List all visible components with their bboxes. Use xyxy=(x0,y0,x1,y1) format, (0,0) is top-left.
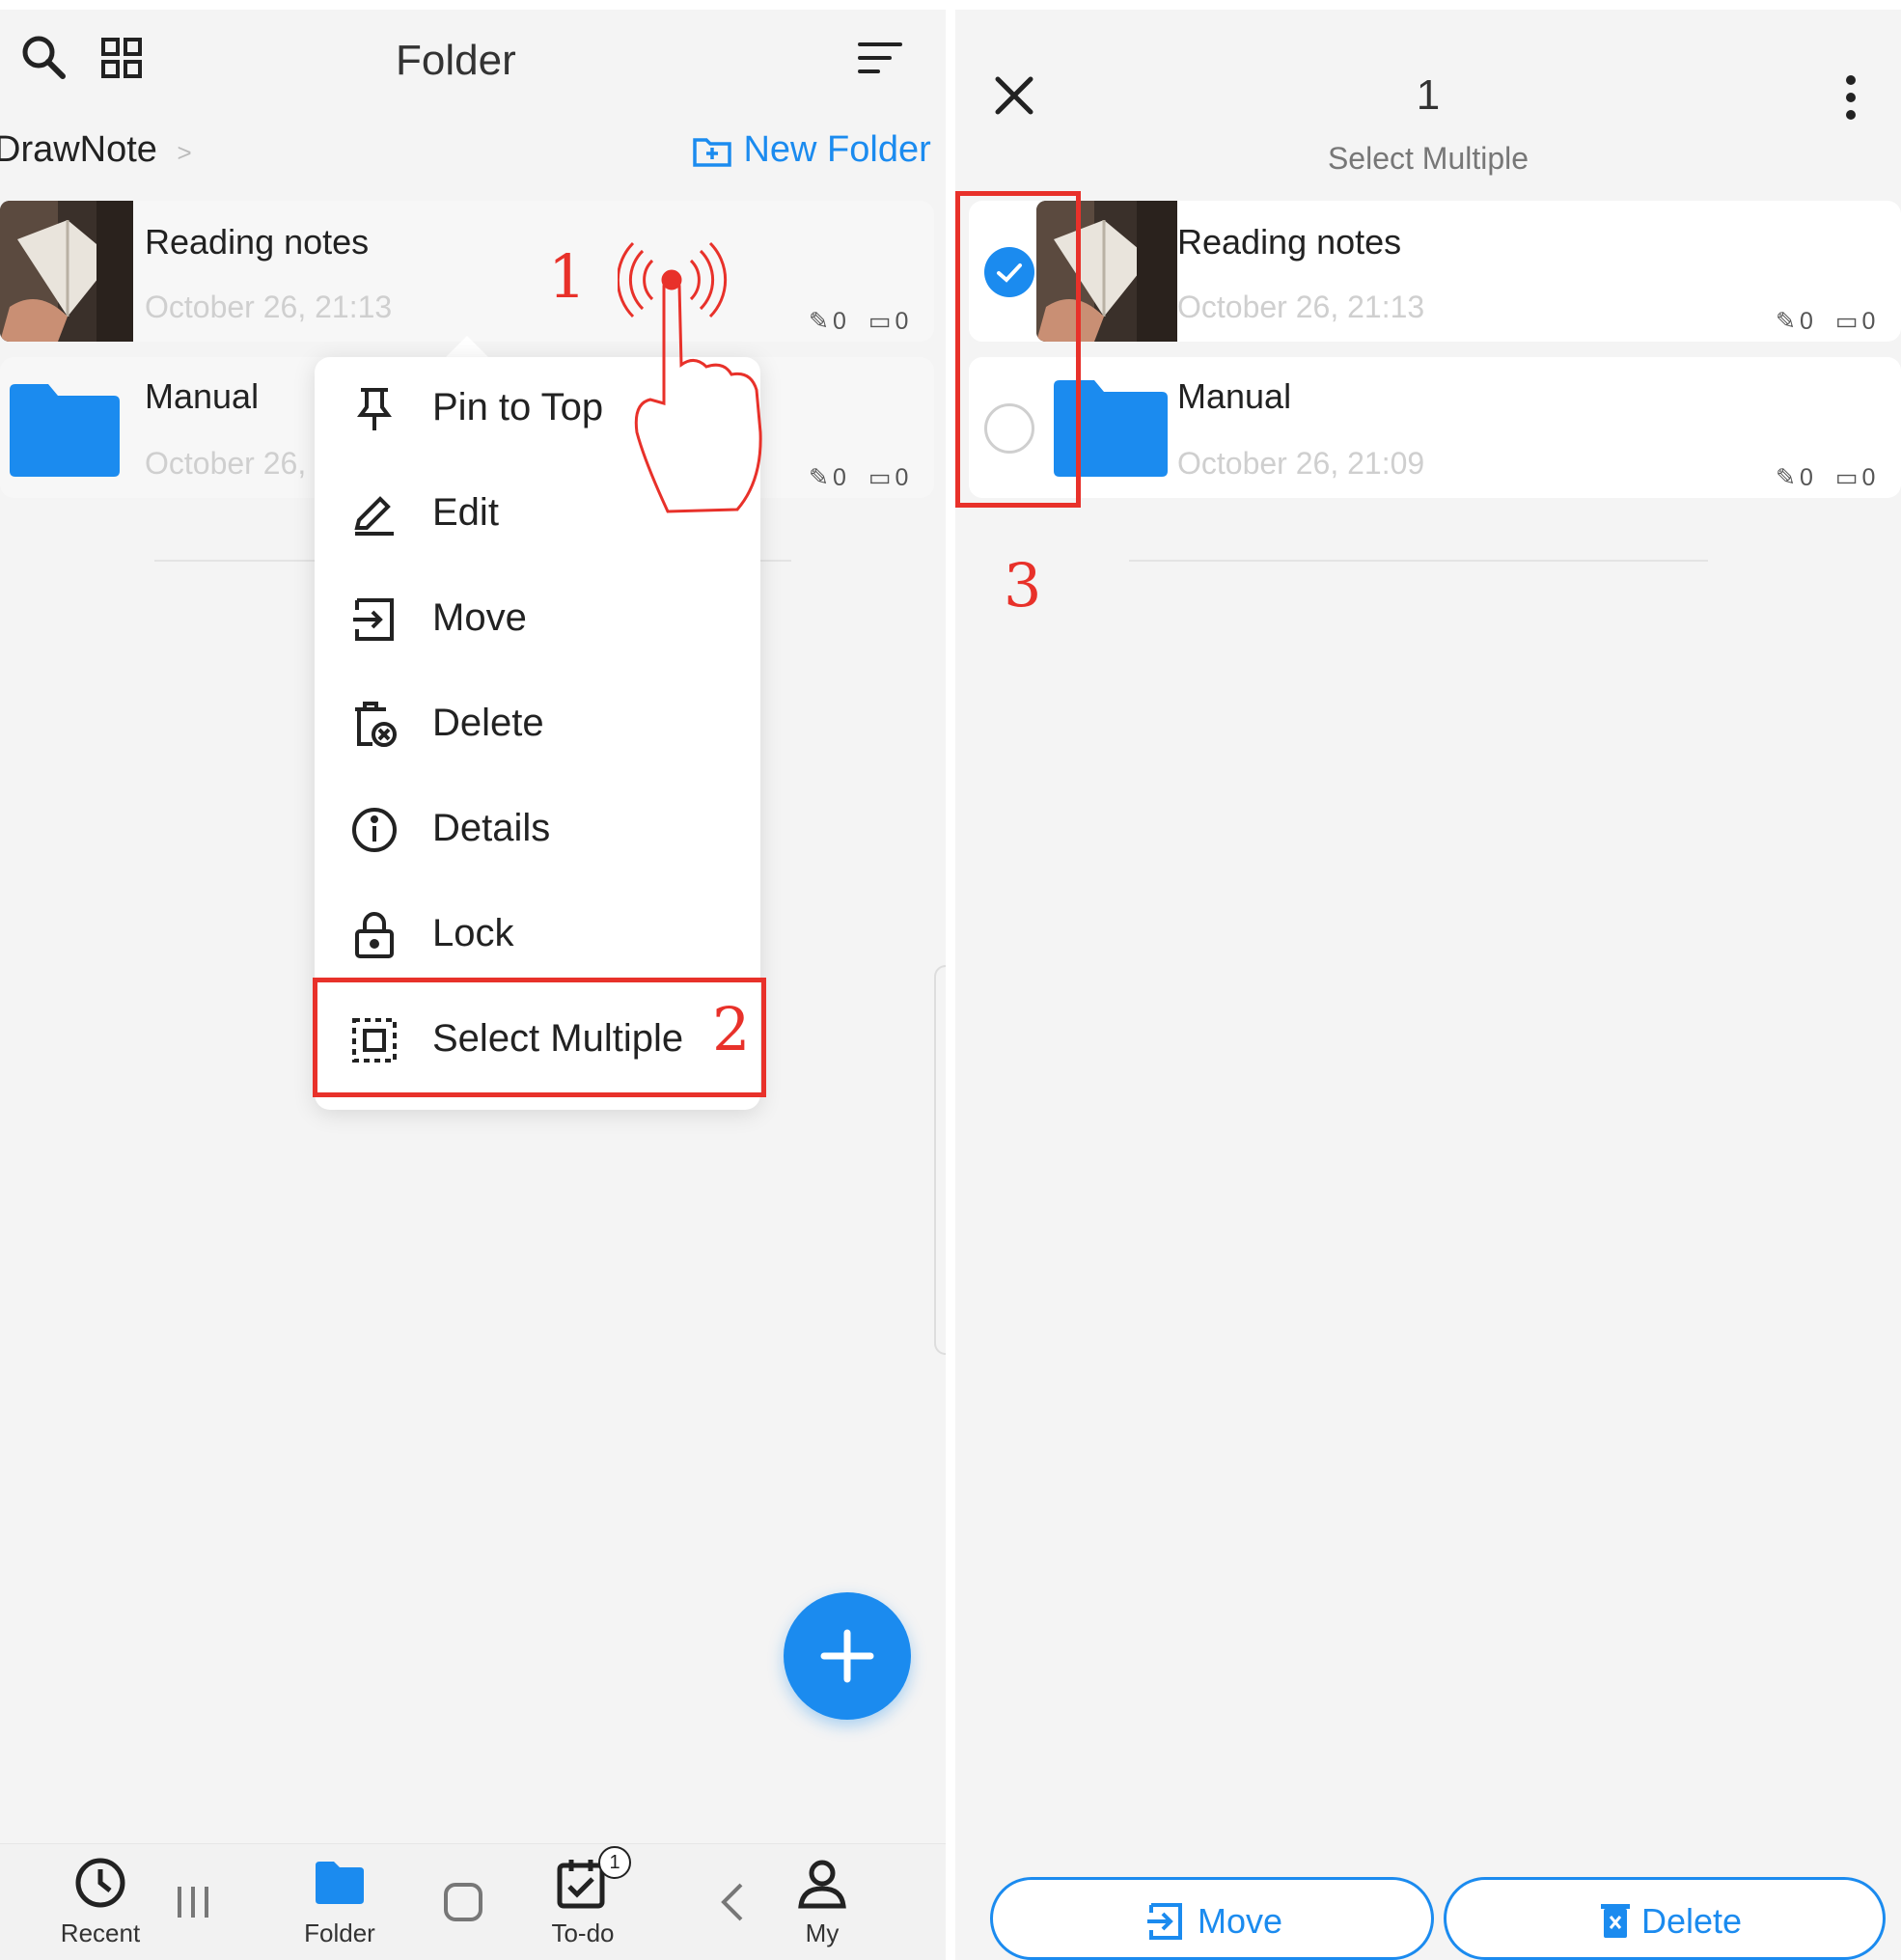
note-count-icon: ✎ xyxy=(809,464,829,491)
new-folder-label: New Folder xyxy=(743,129,931,170)
menu-item-label: Details xyxy=(432,807,551,849)
item-date: October 26, 21:09 xyxy=(1177,446,1425,481)
note-count-icon: ✎ xyxy=(1776,308,1796,335)
item-name: Manual xyxy=(1177,376,1292,416)
item-name: Reading notes xyxy=(145,222,370,262)
menu-item-delete[interactable]: Delete xyxy=(315,675,760,771)
info-icon xyxy=(351,807,398,853)
menu-caret xyxy=(446,336,488,357)
highlight-box-select-multiple xyxy=(313,978,766,1097)
new-folder-icon xyxy=(693,134,731,167)
note-count: 0 xyxy=(1799,464,1813,491)
nav-label: Folder xyxy=(304,1919,375,1947)
item-name: Reading notes xyxy=(1177,222,1402,262)
scroll-handle[interactable] xyxy=(934,965,946,1355)
system-home-icon[interactable] xyxy=(442,1881,484,1923)
system-recents-icon[interactable] xyxy=(174,1883,212,1921)
note-count-icon: ✎ xyxy=(809,308,829,335)
menu-item-label: Move xyxy=(432,596,527,639)
divider xyxy=(1129,560,1708,562)
nav-item-folder[interactable]: Folder xyxy=(282,1856,398,1948)
folder-count-icon: ▭ xyxy=(1834,464,1859,491)
selected-count: 1 xyxy=(1416,71,1441,119)
move-icon xyxy=(1147,1903,1182,1940)
folder-count-icon: ▭ xyxy=(868,308,892,335)
highlight-box-checkboxes xyxy=(955,191,1081,508)
clock-icon xyxy=(75,1858,125,1908)
plus-icon xyxy=(820,1629,874,1683)
more-vert-icon[interactable] xyxy=(1843,73,1859,122)
item-date: October 26, 21:13 xyxy=(145,290,393,324)
menu-item-label: Delete xyxy=(432,702,544,744)
lock-icon xyxy=(351,912,398,958)
move-icon xyxy=(351,596,398,643)
note-count: 0 xyxy=(832,464,846,491)
bottom-nav: Recent Folder 1 To-do My xyxy=(0,1843,946,1960)
nav-item-my[interactable]: My xyxy=(764,1856,880,1948)
move-button[interactable]: Move xyxy=(990,1877,1434,1960)
folder-count-icon: ▭ xyxy=(1834,308,1859,335)
folder-count: 0 xyxy=(895,464,909,491)
menu-item-label: Pin to Top xyxy=(432,386,604,428)
reading-notes-thumbnail xyxy=(0,201,133,342)
breadcrumb-root[interactable]: DrawNote xyxy=(0,129,157,170)
folder-icon xyxy=(316,1862,364,1904)
list-item[interactable]: Manual October 26, 21:09 ✎ 0 ▭ 0 xyxy=(969,357,1901,498)
folder-screen: Folder DrawNote > New Folder Reading not… xyxy=(0,10,946,1960)
nav-label: My xyxy=(805,1919,840,1947)
select-multiple-screen: 1 Select Multiple Reading notes October … xyxy=(955,10,1901,1960)
nav-item-todo[interactable]: 1 To-do xyxy=(525,1846,641,1948)
grid-icon[interactable] xyxy=(100,37,143,79)
note-count: 0 xyxy=(1799,308,1813,335)
item-counts: ✎ 0 ▭ 0 xyxy=(1776,463,1879,492)
menu-item-details[interactable]: Details xyxy=(315,780,760,876)
breadcrumb[interactable]: DrawNote > xyxy=(0,129,192,171)
page-subtitle: Select Multiple xyxy=(1327,141,1529,176)
note-count-icon: ✎ xyxy=(1776,464,1796,491)
move-button-label: Move xyxy=(1198,1901,1283,1941)
folder-count: 0 xyxy=(1861,464,1876,491)
nav-label: Recent xyxy=(60,1919,141,1947)
add-button[interactable] xyxy=(784,1592,911,1720)
folder-count-icon: ▭ xyxy=(868,464,892,491)
item-name: Manual xyxy=(145,376,260,416)
todo-badge: 1 xyxy=(598,1846,631,1879)
folder-count: 0 xyxy=(895,308,909,335)
item-counts: ✎ 0 ▭ 0 xyxy=(1776,307,1879,336)
step-2-label: 2 xyxy=(712,994,751,1064)
nav-item-recent[interactable]: Recent xyxy=(42,1856,158,1948)
menu-item-move[interactable]: Move xyxy=(315,569,760,666)
item-counts: ✎ 0 ▭ 0 xyxy=(809,307,912,336)
tap-hand-icon xyxy=(616,239,772,519)
breadcrumb-separator: > xyxy=(177,138,192,167)
delete-button[interactable]: Delete xyxy=(1444,1877,1886,1960)
item-date: October 26, xyxy=(145,446,307,481)
folder-icon xyxy=(4,382,122,479)
page-title: Folder xyxy=(396,37,516,84)
folder-count: 0 xyxy=(1861,308,1876,335)
pin-icon xyxy=(351,386,398,432)
menu-item-label: Lock xyxy=(432,912,514,954)
delete-button-label: Delete xyxy=(1641,1901,1743,1941)
item-counts: ✎ 0 ▭ 0 xyxy=(809,463,912,492)
new-folder-button[interactable]: New Folder xyxy=(693,129,931,171)
list-item[interactable]: Reading notes October 26, 21:13 ✎ 0 ▭ 0 xyxy=(0,201,934,342)
search-icon[interactable] xyxy=(19,33,68,81)
delete-icon xyxy=(351,702,398,748)
nav-label: To-do xyxy=(551,1919,615,1947)
edit-icon xyxy=(351,491,398,538)
list-item[interactable]: Reading notes October 26, 21:13 ✎ 0 ▭ 0 xyxy=(969,201,1901,342)
step-1-label: 1 xyxy=(548,241,587,312)
person-icon xyxy=(798,1860,846,1909)
sort-icon[interactable] xyxy=(857,39,903,77)
delete-icon xyxy=(1601,1904,1630,1938)
item-date: October 26, 21:13 xyxy=(1177,290,1425,324)
step-3-label: 3 xyxy=(1004,550,1042,621)
note-count: 0 xyxy=(832,308,846,335)
menu-item-label: Edit xyxy=(432,491,499,534)
menu-item-lock[interactable]: Lock xyxy=(315,885,760,981)
system-back-icon[interactable] xyxy=(718,1881,747,1923)
